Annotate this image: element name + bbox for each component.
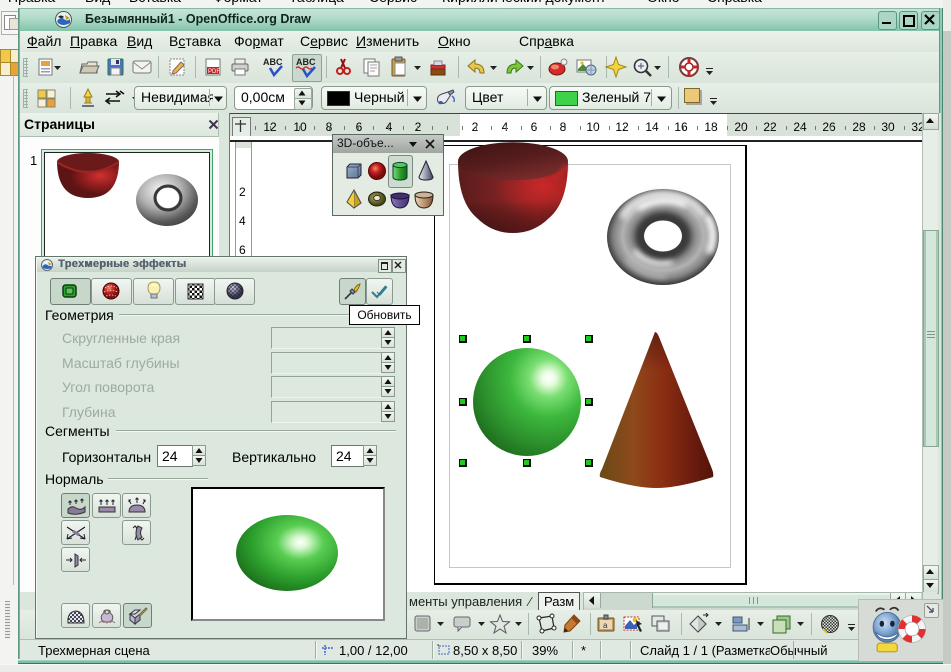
svg-text:ABC: ABC xyxy=(296,57,316,67)
svg-text:PDF: PDF xyxy=(208,69,220,75)
svg-text:a: a xyxy=(603,621,608,630)
svg-text:ABC: ABC xyxy=(263,57,283,67)
